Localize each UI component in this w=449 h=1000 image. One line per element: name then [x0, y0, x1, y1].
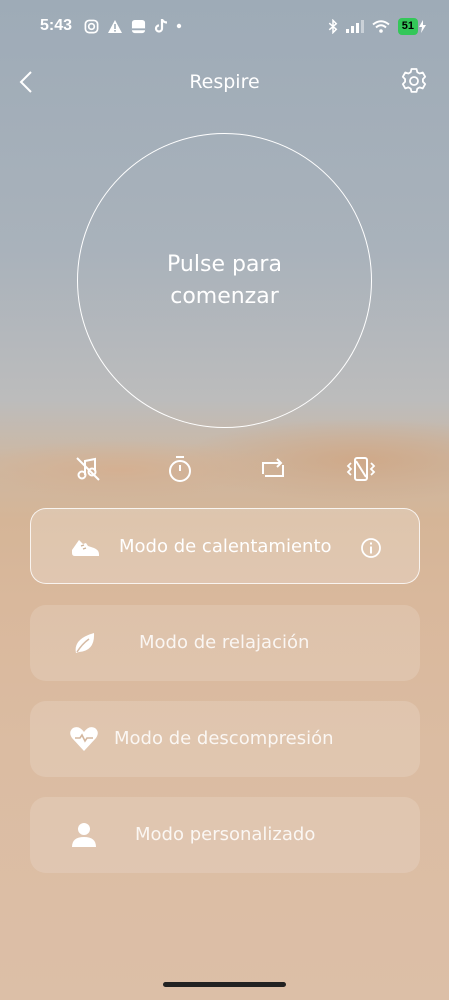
status-time: 5:43: [40, 17, 73, 34]
instagram-icon: [84, 19, 99, 33]
tiktok-icon: [154, 18, 168, 33]
mode-decompression-button[interactable]: Modo de descompresión: [30, 701, 420, 777]
sneaker-icon: [72, 540, 99, 556]
bluetooth-icon: [328, 18, 338, 34]
status-bar: 5:43 51: [0, 0, 449, 52]
mode-warmup-button[interactable]: Modo de calentamiento: [30, 508, 420, 584]
mode-label: Modo de relajación: [139, 632, 310, 653]
leaf-icon: [75, 633, 95, 653]
mode-label: Modo de calentamiento: [119, 536, 332, 557]
repeat-icon[interactable]: [256, 452, 290, 486]
home-indicator[interactable]: [163, 982, 286, 987]
timer-icon[interactable]: [163, 452, 197, 486]
person-icon: [72, 823, 96, 847]
vibration-icon[interactable]: [344, 452, 378, 486]
start-breathing-button[interactable]: Pulse para comenzar: [77, 133, 372, 428]
navigation-bar: Respire: [0, 62, 449, 102]
wifi-icon: [372, 19, 390, 33]
page-title: Respire: [189, 71, 260, 93]
app-icon: [131, 19, 146, 33]
dot-icon: [176, 23, 182, 29]
mode-label: Modo de descompresión: [114, 728, 334, 749]
battery-indicator: 51: [397, 17, 427, 35]
battery-level: 51: [397, 17, 418, 35]
mode-label: Modo personalizado: [135, 824, 316, 845]
start-label: Pulse para comenzar: [167, 251, 282, 309]
mode-relaxation-button[interactable]: Modo de relajación: [30, 605, 420, 681]
signal-icon: [345, 19, 364, 33]
mode-custom-button[interactable]: Modo personalizado: [30, 797, 420, 873]
warning-icon: [108, 19, 123, 33]
no-music-icon[interactable]: [71, 452, 105, 486]
gear-icon[interactable]: [399, 66, 429, 96]
heart-icon: [70, 727, 98, 751]
charging-icon: [419, 19, 426, 33]
info-icon[interactable]: [360, 537, 382, 559]
controls-row: [0, 450, 449, 490]
